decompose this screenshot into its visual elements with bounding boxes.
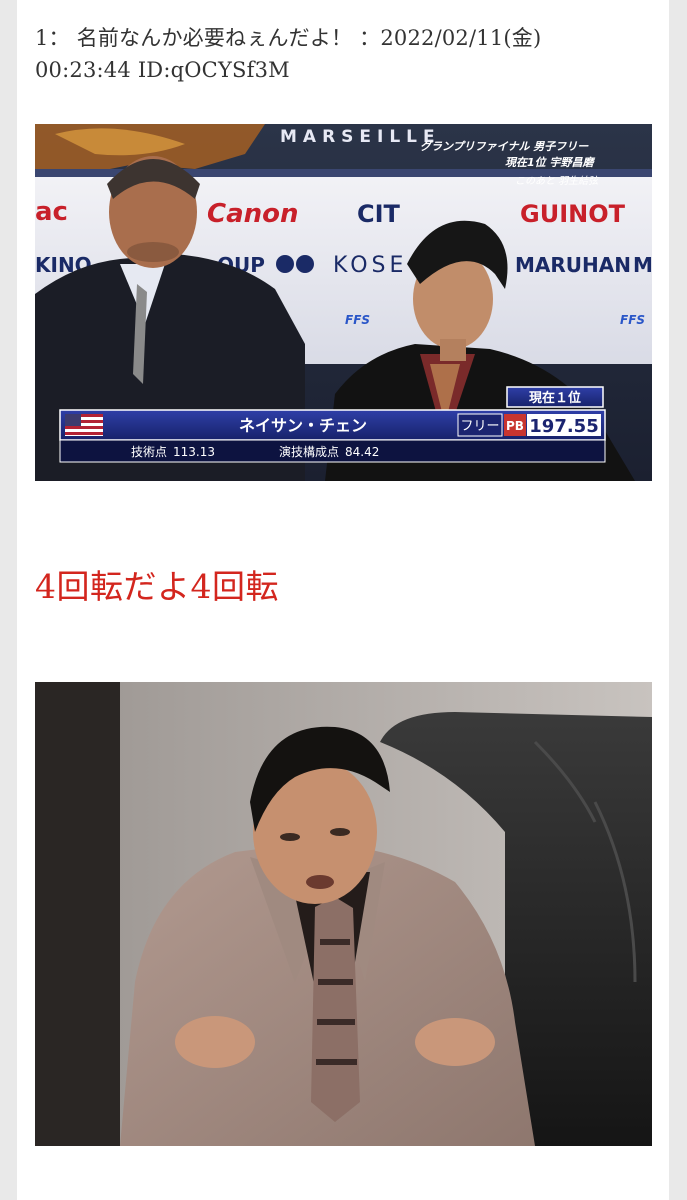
comp-label: 演技構成点 — [279, 444, 339, 459]
post-header-line-1: 1： 名前なんか必要ねぇんだよ！ ：2022/02/11(金) — [35, 22, 655, 54]
rank-label: 現在１位 — [529, 390, 581, 406]
caption-line-1: グランプリファイナル 男子フリー — [420, 140, 589, 153]
tech-label: 技術点 — [131, 445, 167, 459]
segment-label: フリー — [460, 419, 499, 434]
total-score: 197.55 — [529, 416, 598, 437]
sponsor-logo-7: KOSE — [333, 253, 407, 278]
page-background: 1： 名前なんか必要ねぇんだよ！ ：2022/02/11(金) 00:23:44… — [0, 0, 687, 1200]
sponsor-logo-8: MARUHAN — [515, 253, 631, 277]
pb-badge: PB — [506, 419, 524, 433]
sponsor-logo-2: Canon — [207, 199, 299, 229]
reply-text: 4回転だよ4回転 — [35, 567, 279, 606]
skater-name: ネイサン・チェン — [239, 416, 367, 435]
broadcast-photo[interactable]: MARSEILLE グランプリファイナル 男子フリー 現在1位 宇野昌磨 このあ… — [35, 124, 652, 481]
sponsor-logo-4: GUINOT — [520, 200, 626, 228]
reaction-photo[interactable] — [35, 682, 652, 1146]
article-body: 1： 名前なんか必要ねぇんだよ！ ：2022/02/11(金) 00:23:44… — [17, 0, 669, 1200]
sponsor-logo-3: CIT — [357, 200, 401, 228]
post-number: 1： — [35, 26, 70, 50]
post-header-line-2: 00:23:44 ID:qOCYSf3M — [35, 54, 655, 86]
sponsor-logo-9: M — [633, 253, 652, 277]
reaction-photo-illustration — [35, 682, 652, 1146]
sponsor-logo-1: ac — [35, 197, 68, 227]
sponsor-logo-10: FFS — [345, 313, 370, 327]
broadcast-photo-illustration: MARSEILLE グランプリファイナル 男子フリー 現在1位 宇野昌磨 このあ… — [35, 124, 652, 481]
post-author-name[interactable]: 名前なんか必要ねぇんだよ！ — [77, 26, 353, 50]
caption-line-3: このあと 羽生結弦 — [515, 175, 600, 187]
post-id[interactable]: ID:qOCYSf3M — [138, 58, 290, 82]
banner-marseille: MARSEILLE — [280, 127, 441, 147]
comp-score: 84.42 — [345, 445, 379, 459]
sponsor-logo-11: FFS — [620, 313, 645, 327]
caption-line-2: 現在1位 宇野昌磨 — [505, 156, 595, 169]
post-header: 1： 名前なんか必要ねぇんだよ！ ：2022/02/11(金) 00:23:44… — [35, 22, 655, 86]
tech-score: 113.13 — [173, 445, 215, 459]
post-time: 00:23:44 — [35, 58, 131, 82]
post-date: ：2022/02/11(金) — [359, 26, 542, 50]
